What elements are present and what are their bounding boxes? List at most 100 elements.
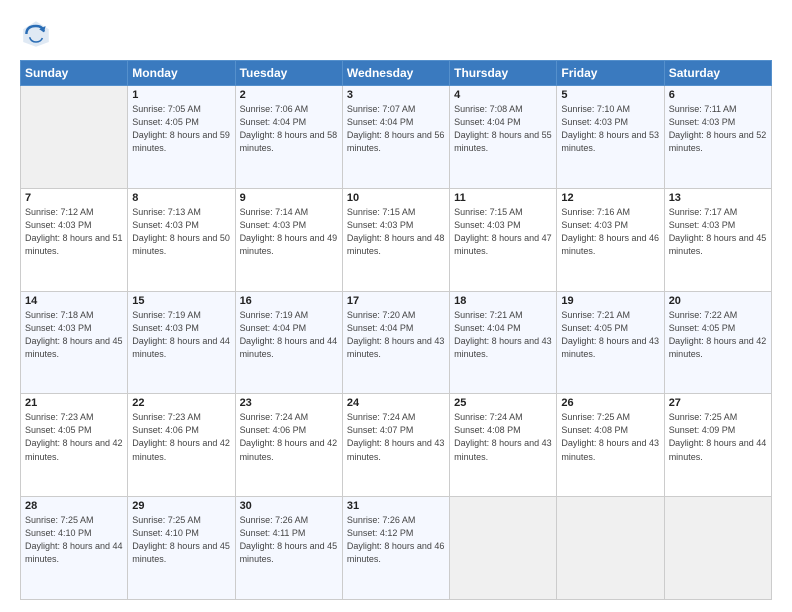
calendar-cell — [450, 497, 557, 600]
day-info: Sunrise: 7:19 AM Sunset: 4:03 PM Dayligh… — [132, 309, 230, 361]
weekday-header-tuesday: Tuesday — [235, 61, 342, 86]
calendar: SundayMondayTuesdayWednesdayThursdayFrid… — [20, 60, 772, 600]
day-number: 21 — [25, 397, 123, 409]
day-number: 26 — [561, 397, 659, 409]
day-info: Sunrise: 7:23 AM Sunset: 4:06 PM Dayligh… — [132, 411, 230, 463]
day-info: Sunrise: 7:11 AM Sunset: 4:03 PM Dayligh… — [669, 103, 767, 155]
day-number: 13 — [669, 192, 767, 204]
day-info: Sunrise: 7:26 AM Sunset: 4:11 PM Dayligh… — [240, 514, 338, 566]
day-info: Sunrise: 7:15 AM Sunset: 4:03 PM Dayligh… — [454, 206, 552, 258]
calendar-header: SundayMondayTuesdayWednesdayThursdayFrid… — [21, 61, 772, 86]
calendar-cell — [21, 86, 128, 189]
day-number: 27 — [669, 397, 767, 409]
weekday-header-wednesday: Wednesday — [342, 61, 449, 86]
calendar-cell: 4 Sunrise: 7:08 AM Sunset: 4:04 PM Daylig… — [450, 86, 557, 189]
week-row-2: 14 Sunrise: 7:18 AM Sunset: 4:03 PM Dayli… — [21, 291, 772, 394]
calendar-cell: 7 Sunrise: 7:12 AM Sunset: 4:03 PM Daylig… — [21, 188, 128, 291]
day-info: Sunrise: 7:18 AM Sunset: 4:03 PM Dayligh… — [25, 309, 123, 361]
calendar-cell: 5 Sunrise: 7:10 AM Sunset: 4:03 PM Daylig… — [557, 86, 664, 189]
day-info: Sunrise: 7:20 AM Sunset: 4:04 PM Dayligh… — [347, 309, 445, 361]
calendar-cell: 23 Sunrise: 7:24 AM Sunset: 4:06 PM Dayli… — [235, 394, 342, 497]
calendar-cell: 10 Sunrise: 7:15 AM Sunset: 4:03 PM Dayli… — [342, 188, 449, 291]
calendar-cell: 25Sunrise: 7:24 AM Sunset: 4:08 PM Dayli… — [450, 394, 557, 497]
day-number: 22 — [132, 397, 230, 409]
day-number: 4 — [454, 89, 552, 101]
calendar-cell: 27 Sunrise: 7:25 AM Sunset: 4:09 PM Dayli… — [664, 394, 771, 497]
calendar-cell: 24Sunrise: 7:24 AM Sunset: 4:07 PM Dayli… — [342, 394, 449, 497]
day-info: Sunrise: 7:25 AM Sunset: 4:10 PM Dayligh… — [25, 514, 123, 566]
calendar-cell: 12Sunrise: 7:16 AM Sunset: 4:03 PM Dayli… — [557, 188, 664, 291]
day-number: 6 — [669, 89, 767, 101]
calendar-cell: 22 Sunrise: 7:23 AM Sunset: 4:06 PM Dayli… — [128, 394, 235, 497]
calendar-cell: 11 Sunrise: 7:15 AM Sunset: 4:03 PM Dayli… — [450, 188, 557, 291]
weekday-row: SundayMondayTuesdayWednesdayThursdayFrid… — [21, 61, 772, 86]
logo — [20, 18, 56, 50]
day-number: 3 — [347, 89, 445, 101]
calendar-cell — [557, 497, 664, 600]
day-info: Sunrise: 7:10 AM Sunset: 4:03 PM Dayligh… — [561, 103, 659, 155]
calendar-cell: 19 Sunrise: 7:21 AM Sunset: 4:05 PM Dayli… — [557, 291, 664, 394]
day-info: Sunrise: 7:19 AM Sunset: 4:04 PM Dayligh… — [240, 309, 338, 361]
calendar-cell: 1 Sunrise: 7:05 AM Sunset: 4:05 PM Daylig… — [128, 86, 235, 189]
week-row-0: 1 Sunrise: 7:05 AM Sunset: 4:05 PM Daylig… — [21, 86, 772, 189]
day-info: Sunrise: 7:22 AM Sunset: 4:05 PM Dayligh… — [669, 309, 767, 361]
day-number: 7 — [25, 192, 123, 204]
calendar-cell — [664, 497, 771, 600]
day-info: Sunrise: 7:24 AM Sunset: 4:08 PM Dayligh… — [454, 411, 552, 463]
day-info: Sunrise: 7:25 AM Sunset: 4:10 PM Dayligh… — [132, 514, 230, 566]
day-info: Sunrise: 7:17 AM Sunset: 4:03 PM Dayligh… — [669, 206, 767, 258]
calendar-cell: 26Sunrise: 7:25 AM Sunset: 4:08 PM Dayli… — [557, 394, 664, 497]
calendar-cell: 17 Sunrise: 7:20 AM Sunset: 4:04 PM Dayli… — [342, 291, 449, 394]
day-number: 29 — [132, 500, 230, 512]
weekday-header-sunday: Sunday — [21, 61, 128, 86]
day-info: Sunrise: 7:21 AM Sunset: 4:04 PM Dayligh… — [454, 309, 552, 361]
calendar-cell: 16 Sunrise: 7:19 AM Sunset: 4:04 PM Dayli… — [235, 291, 342, 394]
day-number: 2 — [240, 89, 338, 101]
calendar-cell: 15 Sunrise: 7:19 AM Sunset: 4:03 PM Dayli… — [128, 291, 235, 394]
day-number: 16 — [240, 295, 338, 307]
calendar-cell: 2 Sunrise: 7:06 AM Sunset: 4:04 PM Daylig… — [235, 86, 342, 189]
day-info: Sunrise: 7:25 AM Sunset: 4:09 PM Dayligh… — [669, 411, 767, 463]
day-info: Sunrise: 7:16 AM Sunset: 4:03 PM Dayligh… — [561, 206, 659, 258]
day-info: Sunrise: 7:23 AM Sunset: 4:05 PM Dayligh… — [25, 411, 123, 463]
day-info: Sunrise: 7:05 AM Sunset: 4:05 PM Dayligh… — [132, 103, 230, 155]
day-number: 20 — [669, 295, 767, 307]
day-number: 14 — [25, 295, 123, 307]
calendar-body: 1 Sunrise: 7:05 AM Sunset: 4:05 PM Daylig… — [21, 86, 772, 600]
day-info: Sunrise: 7:24 AM Sunset: 4:06 PM Dayligh… — [240, 411, 338, 463]
logo-icon — [20, 18, 52, 50]
day-info: Sunrise: 7:21 AM Sunset: 4:05 PM Dayligh… — [561, 309, 659, 361]
calendar-cell: 20 Sunrise: 7:22 AM Sunset: 4:05 PM Dayli… — [664, 291, 771, 394]
day-info: Sunrise: 7:06 AM Sunset: 4:04 PM Dayligh… — [240, 103, 338, 155]
day-number: 11 — [454, 192, 552, 204]
weekday-header-saturday: Saturday — [664, 61, 771, 86]
day-info: Sunrise: 7:15 AM Sunset: 4:03 PM Dayligh… — [347, 206, 445, 258]
week-row-3: 21 Sunrise: 7:23 AM Sunset: 4:05 PM Dayli… — [21, 394, 772, 497]
day-info: Sunrise: 7:07 AM Sunset: 4:04 PM Dayligh… — [347, 103, 445, 155]
day-number: 18 — [454, 295, 552, 307]
calendar-cell: 8 Sunrise: 7:13 AM Sunset: 4:03 PM Daylig… — [128, 188, 235, 291]
day-number: 5 — [561, 89, 659, 101]
day-info: Sunrise: 7:12 AM Sunset: 4:03 PM Dayligh… — [25, 206, 123, 258]
calendar-cell: 14 Sunrise: 7:18 AM Sunset: 4:03 PM Dayli… — [21, 291, 128, 394]
day-number: 23 — [240, 397, 338, 409]
header — [20, 18, 772, 50]
week-row-1: 7 Sunrise: 7:12 AM Sunset: 4:03 PM Daylig… — [21, 188, 772, 291]
day-info: Sunrise: 7:08 AM Sunset: 4:04 PM Dayligh… — [454, 103, 552, 155]
day-number: 17 — [347, 295, 445, 307]
day-number: 19 — [561, 295, 659, 307]
calendar-cell: 3 Sunrise: 7:07 AM Sunset: 4:04 PM Daylig… — [342, 86, 449, 189]
day-info: Sunrise: 7:14 AM Sunset: 4:03 PM Dayligh… — [240, 206, 338, 258]
weekday-header-monday: Monday — [128, 61, 235, 86]
day-number: 31 — [347, 500, 445, 512]
day-number: 15 — [132, 295, 230, 307]
page: SundayMondayTuesdayWednesdayThursdayFrid… — [0, 0, 792, 612]
day-number: 8 — [132, 192, 230, 204]
day-number: 1 — [132, 89, 230, 101]
week-row-4: 28Sunrise: 7:25 AM Sunset: 4:10 PM Dayli… — [21, 497, 772, 600]
day-number: 9 — [240, 192, 338, 204]
day-info: Sunrise: 7:13 AM Sunset: 4:03 PM Dayligh… — [132, 206, 230, 258]
day-number: 30 — [240, 500, 338, 512]
day-number: 24 — [347, 397, 445, 409]
day-number: 10 — [347, 192, 445, 204]
